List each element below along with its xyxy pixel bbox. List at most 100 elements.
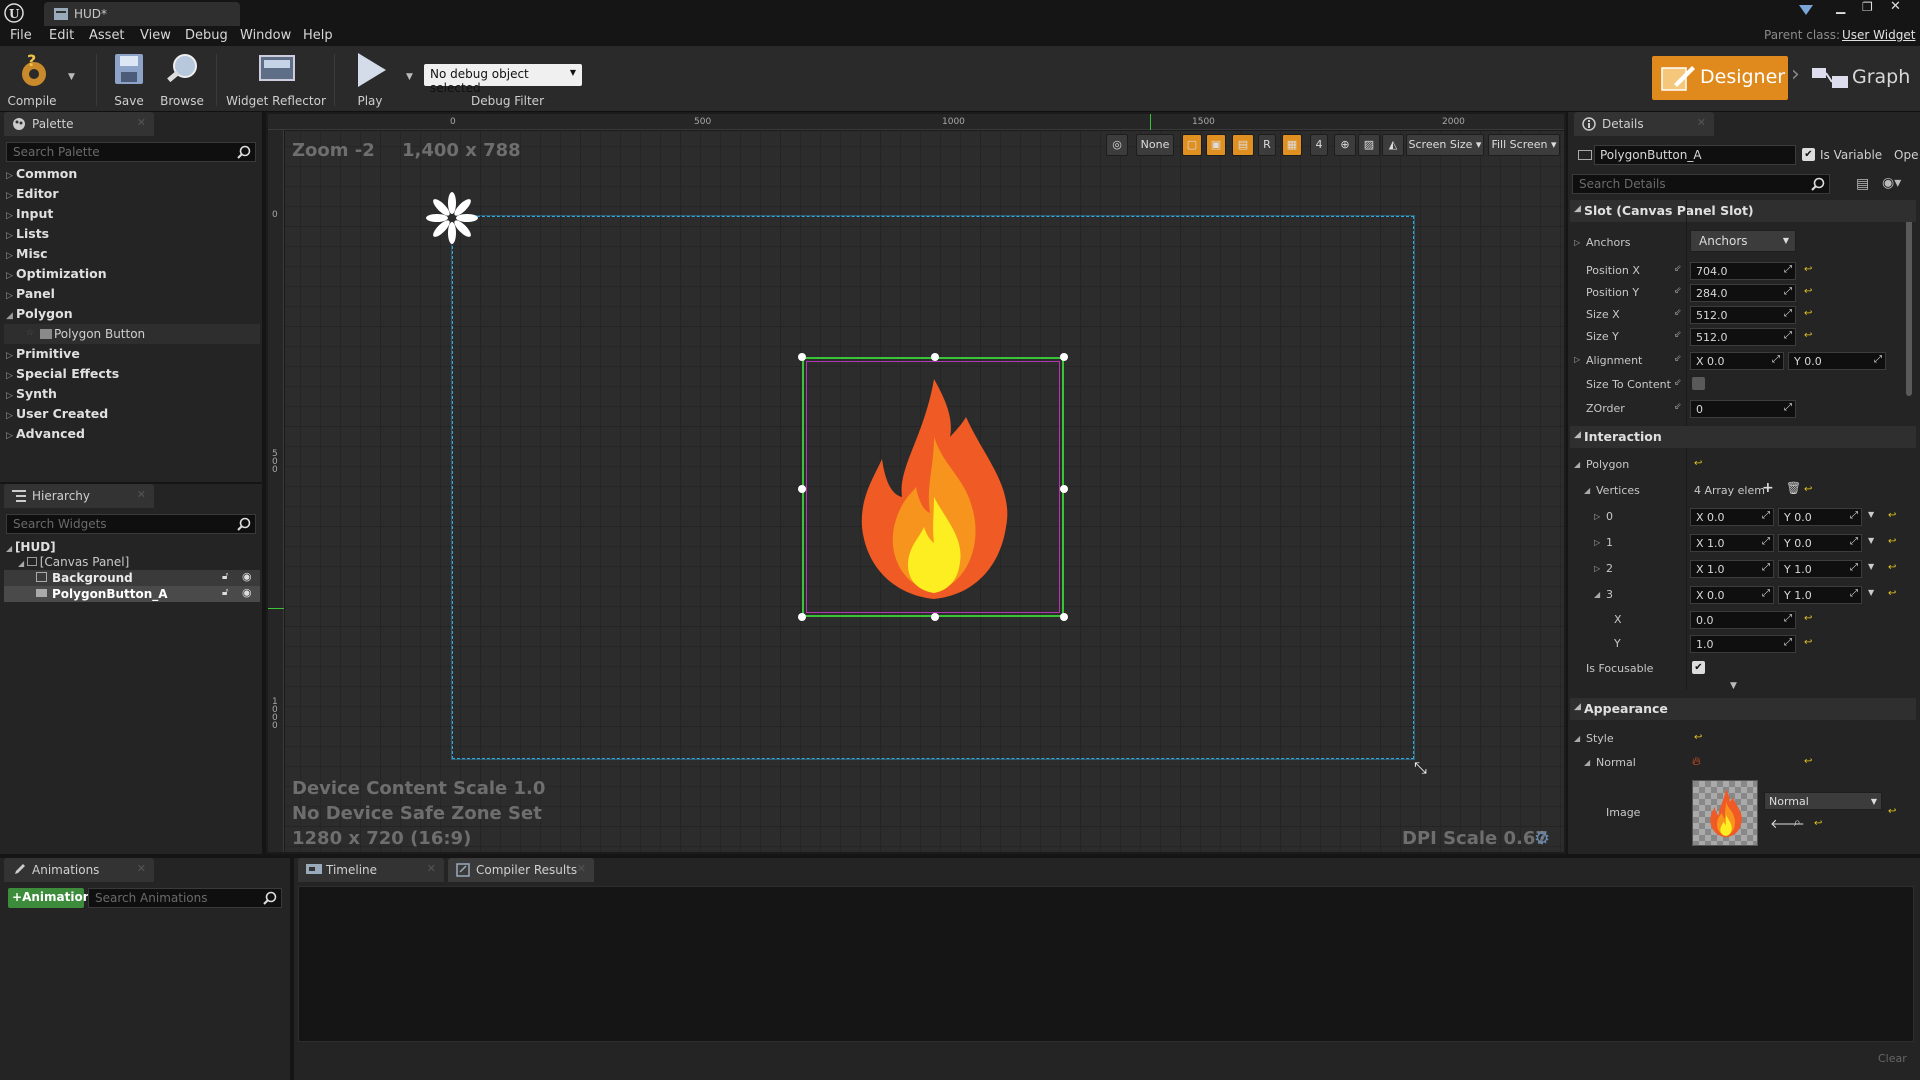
chevron-down-icon[interactable]: ▼: [1868, 562, 1874, 571]
close-icon[interactable]: ✕: [1697, 116, 1706, 129]
restore-button[interactable]: ❐: [1862, 0, 1873, 14]
vertices-expand-icon[interactable]: ◢: [1584, 486, 1590, 495]
browse-button[interactable]: Browse: [154, 46, 210, 112]
palette-search-input[interactable]: Search Palette: [6, 142, 256, 162]
document-tab[interactable]: HUD*: [44, 2, 240, 26]
hierarchy-canvas-panel[interactable]: ◢ [Canvas Panel]: [18, 555, 129, 569]
chevron-down-icon[interactable]: ▼: [1868, 510, 1874, 519]
alignment-expand-icon[interactable]: ▷: [1574, 355, 1580, 364]
resize-handle[interactable]: [798, 485, 806, 493]
details-tab[interactable]: Details ✕: [1574, 112, 1714, 136]
unlock-icon[interactable]: 🔓︎: [222, 587, 228, 598]
save-button[interactable]: Save: [104, 46, 154, 112]
parent-class-link[interactable]: User Widget: [1842, 28, 1915, 42]
polygon-expand-icon[interactable]: ◢: [1574, 460, 1580, 469]
vertex-x-field[interactable]: X 1.0 ⤢: [1690, 534, 1774, 552]
vertex-x-field[interactable]: X 0.0 ⤢: [1690, 508, 1774, 526]
screen-size-dropdown[interactable]: Screen Size ▾: [1406, 134, 1484, 156]
grid-size-button[interactable]: 4: [1310, 134, 1328, 156]
reset-to-default-icon[interactable]: ↩: [1804, 330, 1812, 341]
localization-none-button[interactable]: None: [1136, 134, 1174, 156]
hierarchy-item-background[interactable]: Background 🔓︎ ◉: [4, 570, 260, 586]
resize-handle[interactable]: [1060, 353, 1068, 361]
palette-category-misc[interactable]: ▷ Misc: [6, 246, 48, 261]
vertex-y-field[interactable]: Y 0.0 ⤢: [1778, 534, 1862, 552]
flip-button[interactable]: ◭: [1382, 134, 1404, 156]
reset-to-default-icon[interactable]: ↩: [1888, 510, 1896, 521]
unlock-icon[interactable]: 🔓︎: [222, 571, 228, 582]
lock-button[interactable]: ▣: [1206, 134, 1226, 156]
palette-category-primitive[interactable]: ▷ Primitive: [6, 346, 80, 361]
vertex-x-field[interactable]: X 1.0 ⤢: [1690, 560, 1774, 578]
fill-screen-dropdown[interactable]: Fill Screen ▾: [1488, 134, 1560, 156]
resize-handle[interactable]: [798, 613, 806, 621]
outline-button[interactable]: ⊕: [1334, 134, 1356, 156]
clear-button[interactable]: Clear: [1878, 1052, 1907, 1065]
selected-widget-bounds[interactable]: [798, 353, 1068, 621]
anchor-flower-icon[interactable]: [418, 186, 486, 250]
vertex-collapse-icon[interactable]: ◢: [1594, 590, 1600, 599]
unreal-logo-icon[interactable]: U: [4, 3, 24, 23]
play-button[interactable]: Play: [342, 46, 398, 112]
reset-to-default-icon[interactable]: ↩: [1888, 536, 1896, 547]
vertex-expand-icon[interactable]: ▷: [1594, 512, 1600, 521]
menu-debug[interactable]: Debug: [185, 28, 228, 43]
palette-category-input[interactable]: ▷ Input: [6, 206, 53, 221]
reset-to-default-icon[interactable]: ↩: [1694, 458, 1702, 469]
position-y-field[interactable]: 284.0 ⤢: [1690, 284, 1796, 302]
compiler-results-tab[interactable]: Compiler Results ✕: [448, 858, 594, 882]
property-matrix-icon[interactable]: ▤: [1856, 176, 1869, 192]
palette-category-advanced[interactable]: ▷ Advanced: [6, 426, 85, 441]
debug-object-select[interactable]: No debug object selected ▼: [424, 64, 582, 95]
menu-help[interactable]: Help: [303, 28, 333, 43]
image-thumbnail[interactable]: [1692, 780, 1758, 846]
resize-handle[interactable]: [1060, 485, 1068, 493]
reset-to-default-icon[interactable]: ↩: [1804, 756, 1812, 767]
layout-mode-button[interactable]: ▢: [1182, 134, 1202, 156]
chevron-down-icon[interactable]: ▼: [1868, 588, 1874, 597]
reset-to-default-icon[interactable]: ↩: [1804, 286, 1812, 297]
size-x-field[interactable]: 512.0 ⤢: [1690, 306, 1796, 324]
menu-asset[interactable]: Asset: [89, 28, 125, 43]
palette-category-common[interactable]: ▷ Common: [6, 166, 77, 181]
palette-category-lists[interactable]: ▷ Lists: [6, 226, 49, 241]
compile-button[interactable]: ? Compile: [4, 46, 60, 112]
palette-category-optimization[interactable]: ▷ Optimization: [6, 266, 107, 281]
anchors-dropdown[interactable]: Anchors ▼: [1690, 230, 1796, 252]
close-icon[interactable]: ✕: [137, 116, 146, 129]
visibility-eye-icon[interactable]: ◉: [242, 570, 252, 583]
close-window-button[interactable]: ✕: [1890, 0, 1901, 14]
widget-name-input[interactable]: PolygonButton_A: [1594, 145, 1796, 165]
resize-handle-icon[interactable]: ⤡: [1414, 758, 1427, 778]
minimize-button[interactable]: ▁: [1836, 0, 1845, 14]
reset-to-default-icon[interactable]: ↩: [1804, 484, 1812, 495]
compiler-results-log[interactable]: [298, 886, 1914, 1042]
source-control-icon[interactable]: [1798, 3, 1814, 17]
reset-to-default-icon[interactable]: ↩: [1804, 637, 1812, 648]
vertex-y-field[interactable]: Y 0.0 ⤢: [1778, 508, 1862, 526]
respect-locks-button[interactable]: ▤: [1232, 134, 1254, 156]
hierarchy-tab[interactable]: Hierarchy ✕: [4, 484, 154, 508]
vertex-y-field[interactable]: Y 1.0 ⤢: [1778, 586, 1862, 604]
hierarchy-search-input[interactable]: Search Widgets: [6, 514, 256, 534]
world-space-button[interactable]: ◎: [1106, 134, 1128, 156]
vertex-expand-icon[interactable]: ▷: [1594, 564, 1600, 573]
trash-icon[interactable]: 🗑︎: [1786, 481, 1801, 495]
normal-expand-icon[interactable]: ◢: [1584, 758, 1590, 767]
vertex-3-y-field[interactable]: 1.0 ⤢: [1690, 635, 1796, 653]
appearance-section-header[interactable]: ◢ Appearance: [1570, 698, 1916, 720]
designer-mode-button[interactable]: Designer: [1652, 56, 1788, 100]
browse-asset-icon[interactable]: ⌕: [1794, 815, 1801, 830]
chevron-down-icon[interactable]: ▼: [1868, 536, 1874, 545]
vertex-3-x-field[interactable]: 0.0 ⤢: [1690, 611, 1796, 629]
hierarchy-root[interactable]: ◢ [HUD]: [6, 540, 56, 554]
style-expand-icon[interactable]: ◢: [1574, 734, 1580, 743]
menu-edit[interactable]: Edit: [49, 28, 74, 43]
timeline-tab[interactable]: Timeline ✕: [298, 858, 444, 882]
zorder-field[interactable]: 0 ⤢: [1690, 400, 1796, 418]
size-y-field[interactable]: 512.0 ⤢: [1690, 328, 1796, 346]
animations-tab[interactable]: Animations ✕: [4, 858, 154, 882]
add-element-plus-icon[interactable]: +: [1762, 480, 1774, 496]
menu-view[interactable]: View: [140, 28, 171, 43]
visibility-eye-icon[interactable]: ◉: [242, 586, 252, 599]
